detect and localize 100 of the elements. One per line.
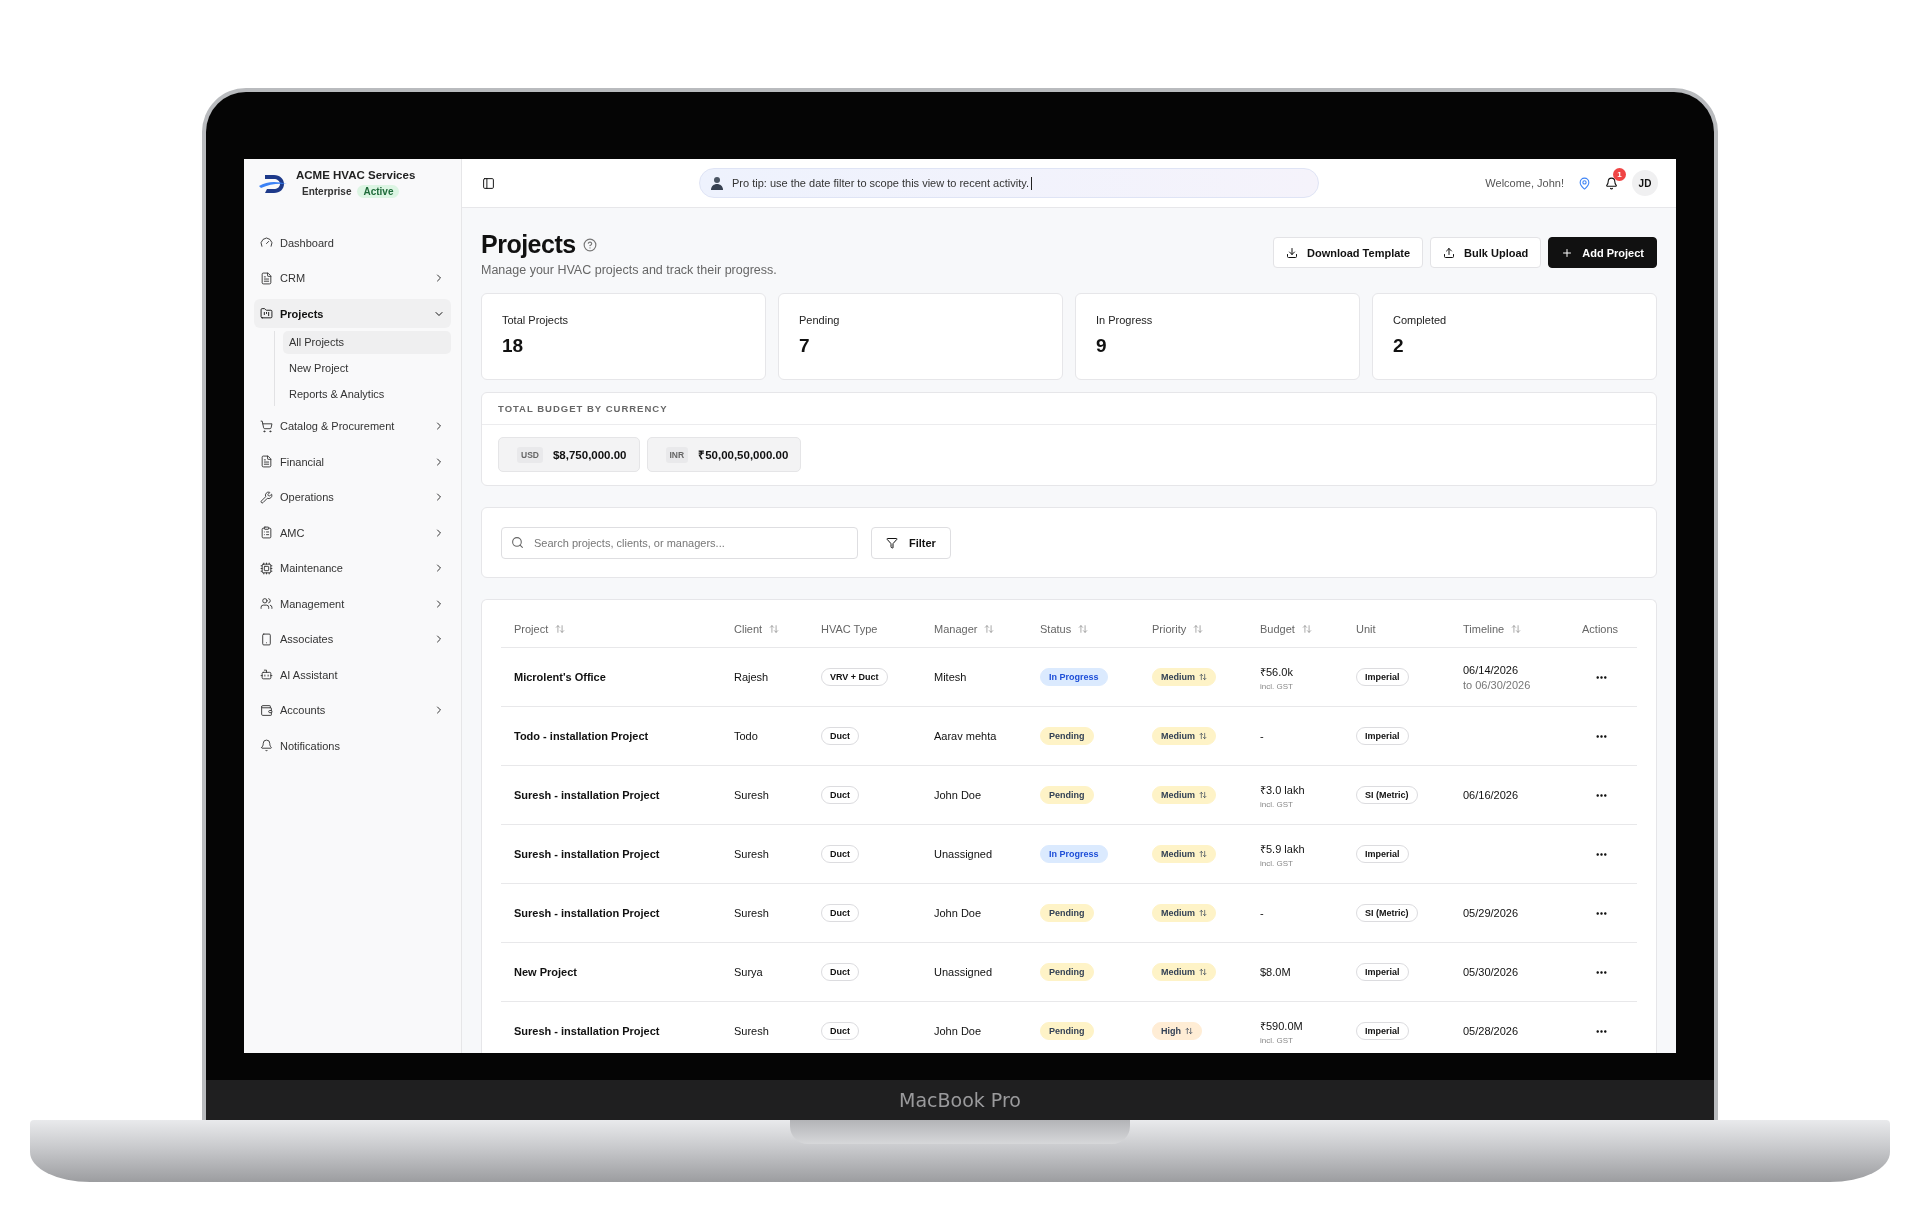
sort-icon — [1199, 850, 1207, 858]
nav-item[interactable]: Notifications — [254, 731, 451, 760]
nav-item[interactable]: Accounts — [254, 695, 451, 725]
table-cell-text: John Doe — [933, 789, 983, 801]
sidebar-toggle-icon[interactable] — [482, 176, 495, 190]
hvac-type-tag: Duct — [821, 963, 859, 981]
nav-item[interactable]: AI Assistant — [254, 660, 451, 689]
nav-subitem[interactable]: New Project — [283, 356, 451, 380]
table-cell-text: Suresh — [733, 789, 770, 801]
nav-item[interactable]: Catalog & Procurement — [254, 411, 451, 441]
status-badge: Pending — [1040, 1022, 1094, 1040]
status-badge: Pending — [1040, 786, 1094, 804]
budget-amount: ₹5.9 lakh — [1260, 841, 1305, 856]
nav-icon — [260, 490, 273, 504]
budget-amount: - — [1260, 730, 1264, 742]
welcome-text: Welcome, John! — [1485, 177, 1564, 189]
hvac-type-tag: VRV + Duct — [821, 668, 888, 686]
column-header[interactable]: Budget — [1260, 622, 1295, 635]
device-label: MacBook Pro — [899, 1089, 1021, 1111]
nav-icon — [260, 307, 273, 320]
budget-note: incl. GST — [1260, 858, 1293, 868]
table-cell-text: Todo - installation Project — [513, 730, 650, 742]
nav-item[interactable]: Management — [254, 589, 451, 618]
location-pin-icon[interactable] — [1578, 176, 1591, 190]
nav-subitem[interactable]: Reports & Analytics — [283, 382, 451, 406]
budget-amount: $8.0M — [1260, 966, 1291, 978]
priority-badge[interactable]: Medium — [1152, 963, 1216, 981]
priority-badge[interactable]: Medium — [1152, 904, 1216, 922]
notifications-icon[interactable] — [1605, 176, 1618, 190]
search-icon — [511, 535, 524, 549]
column-header[interactable]: Project — [514, 622, 549, 635]
search-field[interactable]: Search projects, clients, or managers... — [501, 526, 858, 559]
nav-icon — [260, 271, 273, 285]
nav-item[interactable]: AMC — [254, 518, 451, 547]
table-cell-text: Suresh - installation Project — [513, 789, 661, 801]
sort-icon — [1185, 1027, 1193, 1035]
timeline-end: to 06/30/2026 — [1463, 678, 1531, 691]
column-header[interactable]: Client — [734, 622, 763, 635]
timeline-start: 05/28/2026 — [1463, 1025, 1519, 1037]
status-badge: In Progress — [1040, 845, 1108, 863]
budget-amount: ₹56.0k — [1260, 664, 1293, 679]
column-header[interactable]: Manager — [934, 622, 978, 635]
table-cell-text: Suresh - installation Project — [513, 907, 661, 919]
nav-item[interactable]: CRM — [254, 263, 451, 293]
timeline-start: 06/14/2026 — [1463, 663, 1519, 676]
budget-note: incl. GST — [1260, 681, 1293, 691]
unit-tag: Imperial — [1356, 1022, 1409, 1040]
table-cell-text: Suresh - installation Project — [513, 848, 661, 860]
nav-icon — [260, 561, 273, 575]
table-cell-text: Suresh — [733, 907, 770, 919]
priority-badge[interactable]: Medium — [1152, 845, 1216, 863]
text-cursor — [1030, 176, 1032, 190]
timeline-start: 06/16/2026 — [1463, 789, 1519, 801]
nav-item[interactable]: Financial — [254, 447, 451, 476]
table-cell-text: Surya — [733, 966, 764, 978]
unit-tag: SI (Metric) — [1356, 904, 1418, 922]
table-cell-text: John Doe — [933, 1025, 983, 1037]
status-badge: Pending — [1040, 904, 1094, 922]
hvac-type-tag: Duct — [821, 1022, 859, 1040]
table-cell-text: Unassigned — [933, 966, 994, 978]
table-cell-text: Suresh — [733, 1025, 770, 1037]
budget-amount: ₹3.0 lakh — [1260, 782, 1305, 797]
priority-badge[interactable]: High — [1152, 1022, 1202, 1040]
sort-icon — [1199, 673, 1207, 681]
nav-item[interactable]: Operations — [254, 482, 451, 512]
nav-icon — [260, 632, 273, 646]
stat-value: 2 — [1393, 335, 1405, 357]
notification-count: 1 — [1613, 167, 1626, 181]
table-cell-text: Aarav mehta — [933, 730, 998, 742]
filter-button[interactable]: Filter — [871, 526, 951, 559]
nav-item[interactable]: Maintenance — [254, 553, 451, 583]
table-cell-text: Microlent's Office — [513, 671, 607, 683]
nav-icon — [260, 455, 273, 468]
action-button[interactable]: Download Template — [1273, 237, 1424, 268]
status-badge: Active — [357, 185, 400, 198]
help-icon[interactable] — [582, 237, 597, 252]
user-avatar[interactable]: JD — [1632, 170, 1658, 196]
stat-value: 18 — [502, 335, 525, 357]
nav-item[interactable]: Associates — [254, 624, 451, 654]
column-header[interactable]: Timeline — [1463, 622, 1505, 635]
nav-item[interactable]: Projects — [254, 299, 451, 328]
nav-item[interactable]: Dashboard — [254, 228, 451, 257]
column-header: Unit — [1356, 622, 1376, 635]
priority-badge[interactable]: Medium — [1152, 727, 1216, 745]
sort-icon — [1199, 909, 1207, 917]
page-title: Projects — [481, 230, 576, 259]
priority-badge[interactable]: Medium — [1152, 786, 1216, 804]
column-header[interactable]: Priority — [1152, 622, 1187, 635]
column-header[interactable]: Status — [1040, 622, 1072, 635]
nav-subitem[interactable]: All Projects — [283, 330, 451, 354]
nav-icon — [260, 739, 273, 752]
stat-value: 7 — [799, 335, 811, 357]
table-cell-text: Suresh - installation Project — [513, 1025, 661, 1037]
nav-icon — [260, 597, 273, 610]
unit-tag: Imperial — [1356, 727, 1409, 745]
priority-badge[interactable]: Medium — [1152, 668, 1216, 686]
action-button[interactable]: Add Project — [1548, 237, 1657, 268]
hvac-type-tag: Duct — [821, 845, 859, 863]
nav-icon — [260, 668, 273, 681]
action-button[interactable]: Bulk Upload — [1430, 237, 1542, 268]
